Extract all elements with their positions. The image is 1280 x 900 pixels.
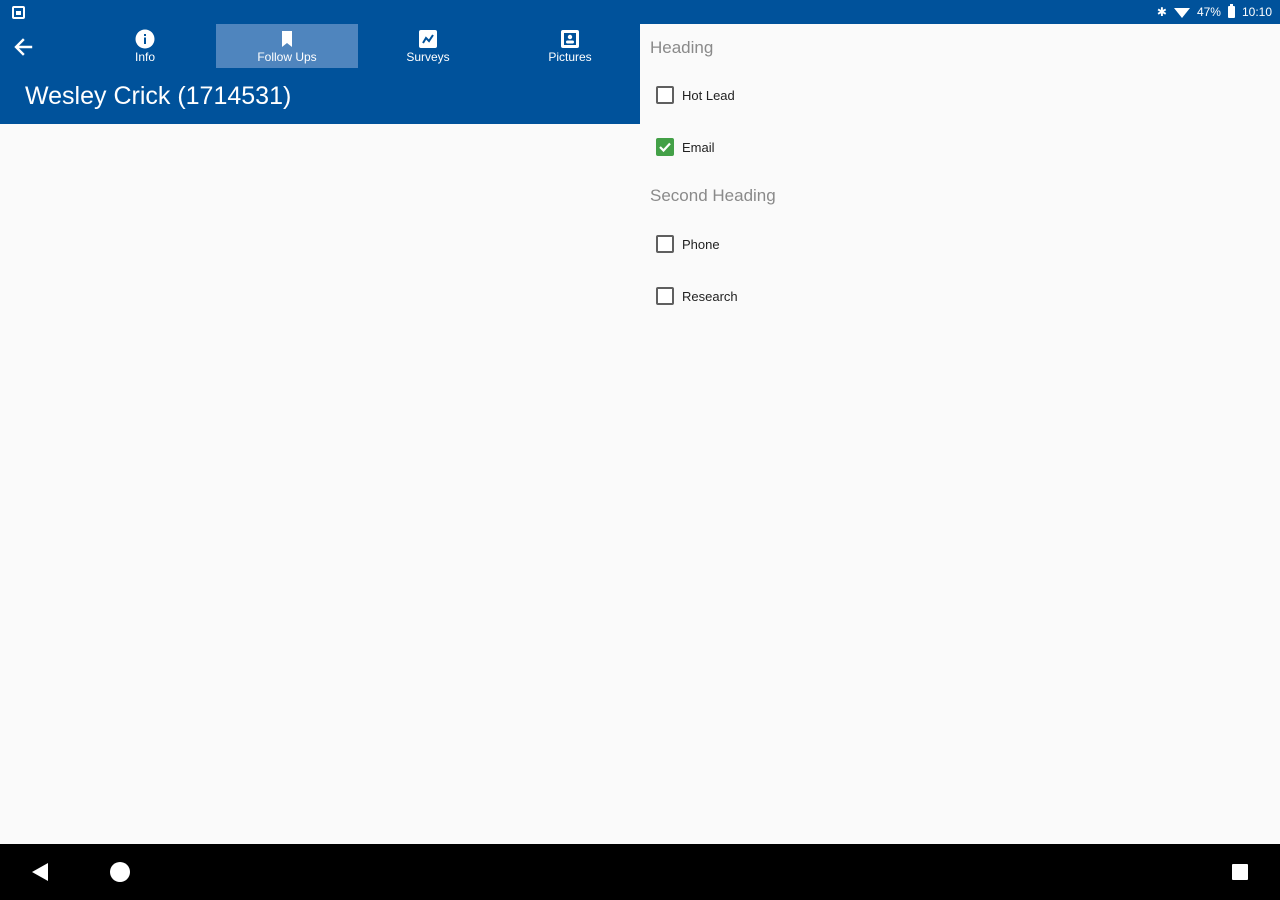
bookmark-icon xyxy=(277,29,297,49)
tab-pictures[interactable]: Pictures xyxy=(499,24,641,68)
checkbox-label: Phone xyxy=(682,236,720,252)
tab-surveys-label: Surveys xyxy=(406,49,450,64)
picture-icon xyxy=(560,29,580,49)
wifi-icon xyxy=(1173,8,1190,18)
section-heading: Heading xyxy=(650,38,714,57)
checkbox-row-research[interactable]: Research xyxy=(656,284,738,308)
checkbox-research[interactable] xyxy=(656,287,674,305)
nav-home-icon[interactable] xyxy=(110,862,130,882)
checkbox-hot-lead[interactable] xyxy=(656,86,674,104)
arrow-back-icon xyxy=(14,38,33,56)
checkbox-row-hot-lead[interactable]: Hot Lead xyxy=(656,83,735,107)
checkbox-phone[interactable] xyxy=(656,235,674,253)
clock: 10:10 xyxy=(1241,5,1272,19)
tab-follow-ups-label: Follow Ups xyxy=(257,49,317,64)
battery-icon xyxy=(1227,4,1235,18)
checkbox-email[interactable] xyxy=(656,138,674,156)
navigation-bar xyxy=(0,844,1280,900)
checkbox-label: Email xyxy=(682,139,715,155)
tab-info-label: Info xyxy=(134,49,155,64)
tab-follow-ups[interactable]: Follow Ups xyxy=(216,24,358,68)
status-indicators: ✱ 47% 10:10 xyxy=(1157,0,1272,24)
tab-surveys[interactable]: Surveys xyxy=(357,24,499,68)
tab-info[interactable]: Info xyxy=(74,24,216,68)
bluetooth-icon: ✱ xyxy=(1156,5,1167,19)
status-bar: ✱ 47% 10:10 xyxy=(0,0,1280,24)
nav-back-icon[interactable] xyxy=(32,863,48,881)
follow-ups-panel: Heading Hot Lead Email Second Heading Ph… xyxy=(640,24,1280,844)
checkbox-label: Hot Lead xyxy=(682,87,735,103)
checkbox-row-phone[interactable]: Phone xyxy=(656,232,720,256)
section-heading: Second Heading xyxy=(650,186,776,205)
page-title: Wesley Crick (1714531) xyxy=(25,82,292,110)
back-button[interactable] xyxy=(8,34,38,60)
notification-icon xyxy=(12,6,25,19)
nav-recents-icon[interactable] xyxy=(1232,864,1248,880)
app-bar: Info Follow Ups Surveys Pictures Wesley … xyxy=(0,24,640,124)
survey-icon xyxy=(418,29,438,49)
battery-percent: 47% xyxy=(1196,5,1221,19)
info-icon xyxy=(135,29,155,49)
checkbox-row-email[interactable]: Email xyxy=(656,135,715,159)
checkmark-icon xyxy=(659,142,671,153)
tab-pictures-label: Pictures xyxy=(548,49,592,64)
checkbox-label: Research xyxy=(682,288,738,304)
